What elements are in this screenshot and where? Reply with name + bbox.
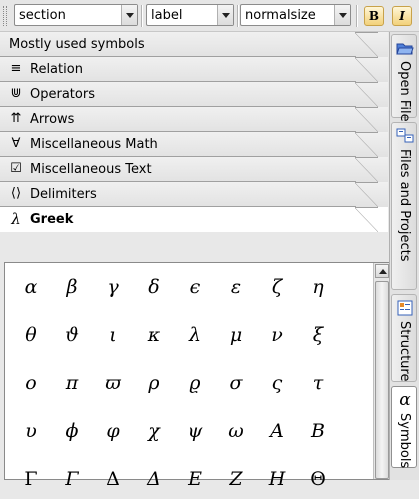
chevron-down-icon[interactable] — [217, 5, 233, 25]
tab-symbols[interactable]: α Symbols — [391, 386, 417, 468]
greek-symbol-button[interactable]: η — [298, 267, 338, 307]
group-delimiters[interactable]: ⟨⟩ Delimiters — [0, 182, 388, 207]
greek-symbol-panel: αβγδϵεζηθϑικλμνξoπϖρϱσςτυϕφχψωABΓΓΔΔEZHΘ — [4, 262, 390, 490]
group-mostly-used[interactable]: Mostly used symbols — [0, 32, 388, 57]
scroll-thumb[interactable] — [375, 281, 389, 479]
toolbar-separator — [356, 5, 358, 27]
tab-label: Open File — [397, 61, 412, 122]
greek-symbol-button[interactable]: Γ — [11, 459, 51, 499]
lambda-icon: λ — [11, 210, 21, 228]
greek-symbol-button[interactable]: ω — [216, 411, 256, 451]
group-arrows[interactable]: ⇈ Arrows — [0, 107, 388, 132]
greek-symbol-button[interactable]: ξ — [298, 315, 338, 355]
bold-button[interactable]: B — [364, 6, 384, 26]
greek-symbol-button[interactable]: ι — [93, 315, 133, 355]
toolbar-separator — [141, 5, 143, 27]
greek-symbol-button[interactable]: α — [11, 267, 51, 307]
group-misc-math[interactable]: ∀ Miscellaneous Math — [0, 132, 388, 157]
group-operators[interactable]: ⋓ Operators — [0, 82, 388, 107]
toolbar: section label normalsize B I — [0, 0, 419, 32]
greek-symbol-button[interactable]: σ — [216, 363, 256, 403]
greek-symbol-button[interactable]: Γ — [52, 459, 92, 499]
greek-symbol-button[interactable]: δ — [134, 267, 174, 307]
greek-symbol-button[interactable]: o — [11, 363, 51, 403]
side-tab-bar: Open File Files and Projects Structure α… — [389, 32, 419, 480]
up-arrows-icon: ⇈ — [10, 111, 22, 126]
greek-symbol-button[interactable]: ϖ — [93, 363, 133, 403]
greek-symbol-button[interactable]: Z — [216, 459, 256, 499]
greek-symbol-button[interactable]: τ — [298, 363, 338, 403]
label-combo[interactable]: label — [146, 4, 234, 26]
greek-symbol-button[interactable]: ζ — [257, 267, 297, 307]
group-label: Delimiters — [30, 187, 97, 202]
group-greek[interactable]: λ Greek — [0, 207, 388, 232]
double-union-icon: ⋓ — [10, 86, 22, 101]
greek-symbol-button[interactable]: ϵ — [175, 267, 215, 307]
greek-symbol-button[interactable]: A — [257, 411, 297, 451]
greek-symbol-button[interactable]: ρ — [134, 363, 174, 403]
folder-open-icon — [396, 39, 414, 57]
chevron-down-icon[interactable] — [334, 5, 350, 25]
greek-symbol-button[interactable]: θ — [11, 315, 51, 355]
tab-label: Files and Projects — [397, 149, 412, 262]
greek-symbol-button[interactable]: ψ — [175, 411, 215, 451]
group-label: Mostly used symbols — [9, 37, 145, 52]
size-combo-value: normalsize — [245, 8, 316, 23]
greek-symbol-button[interactable]: ϑ — [52, 315, 92, 355]
greek-symbol-button[interactable]: ϕ — [52, 411, 92, 451]
greek-symbol-button[interactable]: μ — [216, 315, 256, 355]
greek-symbol-button[interactable]: λ — [175, 315, 215, 355]
scroll-up-button[interactable] — [375, 264, 389, 278]
greek-symbol-button[interactable]: H — [257, 459, 297, 499]
greek-symbol-button[interactable]: υ — [11, 411, 51, 451]
greek-symbol-button[interactable]: ν — [257, 315, 297, 355]
group-label: Operators — [30, 87, 95, 102]
greek-symbol-button[interactable]: ε — [216, 267, 256, 307]
greek-symbol-button[interactable]: ς — [257, 363, 297, 403]
section-combo-value: section — [19, 8, 66, 23]
toolbar-separator — [237, 5, 239, 27]
size-combo[interactable]: normalsize — [240, 4, 351, 26]
label-combo-value: label — [151, 8, 183, 23]
greek-symbol-button[interactable]: β — [52, 267, 92, 307]
tab-open-file[interactable]: Open File — [391, 34, 417, 122]
greek-symbol-button[interactable]: Δ — [93, 459, 133, 499]
greek-symbol-button[interactable]: Θ — [298, 459, 338, 499]
greek-symbol-button[interactable]: κ — [134, 315, 174, 355]
greek-symbol-button[interactable]: B — [298, 411, 338, 451]
files-icon — [396, 127, 414, 145]
group-label: Arrows — [30, 112, 75, 127]
italic-button[interactable]: I — [392, 6, 412, 26]
angle-brackets-icon: ⟨⟩ — [10, 186, 22, 201]
vertical-scrollbar[interactable] — [373, 263, 389, 479]
group-label: Miscellaneous Math — [30, 137, 158, 152]
section-combo[interactable]: section — [14, 4, 138, 26]
tab-label: Structure — [397, 321, 412, 382]
symbol-groups: Mostly used symbols ≡ Relation ⋓ Operato… — [0, 32, 388, 232]
group-label: Miscellaneous Text — [30, 162, 152, 177]
symbol-grid: αβγδϵεζηθϑικλμνξoπϖρϱσςτυϕφχψωABΓΓΔΔEZHΘ — [5, 263, 373, 490]
greek-symbol-button[interactable]: γ — [93, 267, 133, 307]
group-relation[interactable]: ≡ Relation — [0, 57, 388, 82]
chevron-down-icon[interactable] — [121, 5, 137, 25]
tab-structure[interactable]: Structure — [391, 294, 417, 382]
checkbox-icon: ☑ — [10, 161, 22, 176]
greek-symbol-button[interactable]: E — [175, 459, 215, 499]
alpha-icon: α — [399, 390, 411, 410]
greek-symbol-button[interactable]: φ — [93, 411, 133, 451]
equivalence-icon: ≡ — [10, 61, 22, 76]
tab-files-and-projects[interactable]: Files and Projects — [391, 122, 417, 290]
structure-icon — [396, 299, 414, 317]
group-label: Greek — [30, 212, 74, 227]
greek-symbol-button[interactable]: Δ — [134, 459, 174, 499]
group-misc-text[interactable]: ☑ Miscellaneous Text — [0, 157, 388, 182]
greek-symbol-button[interactable]: χ — [134, 411, 174, 451]
greek-symbol-button[interactable]: π — [52, 363, 92, 403]
greek-symbol-button[interactable]: ϱ — [175, 363, 215, 403]
forall-icon: ∀ — [11, 136, 21, 151]
toolbar-grip[interactable] — [3, 6, 7, 26]
group-label: Relation — [30, 62, 83, 77]
tab-label: Symbols — [397, 413, 412, 469]
